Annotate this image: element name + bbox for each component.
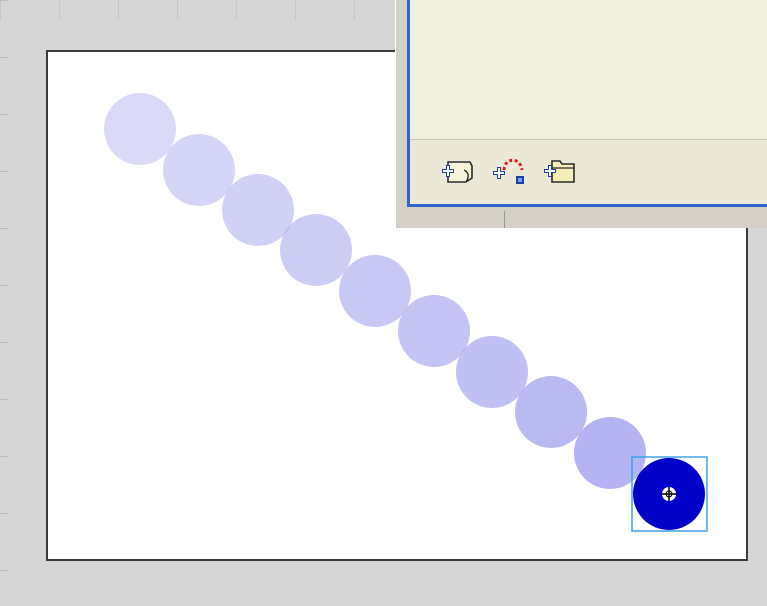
onion-skin-frame-6 — [398, 295, 470, 367]
add-motion-guide-button[interactable] — [490, 152, 530, 190]
panel-toolbar — [410, 140, 767, 204]
new-symbol-button[interactable] — [438, 152, 478, 190]
panel-window — [395, 0, 767, 228]
new-symbol-icon — [442, 161, 473, 183]
onion-skin-frame-4 — [280, 214, 352, 286]
onion-skin-frame-2 — [163, 134, 235, 206]
panel-bottom-separator — [504, 211, 505, 228]
onion-skin-frame-8 — [515, 376, 587, 448]
panel-bottom-bar — [396, 207, 767, 228]
panel-list-area[interactable] — [410, 0, 767, 139]
new-folder-icon — [544, 160, 575, 183]
registration-point-icon — [662, 487, 676, 501]
onion-skin-frame-7 — [456, 336, 528, 408]
onion-skin-frame-9 — [574, 417, 646, 489]
onion-skin-frame-1 — [104, 93, 176, 165]
add-motion-guide-icon — [493, 158, 524, 184]
panel-frame — [407, 0, 767, 207]
onion-skin-frame-5 — [339, 255, 411, 327]
new-folder-button[interactable] — [540, 152, 580, 190]
selected-symbol-instance[interactable] — [631, 456, 708, 532]
workspace-left-edge — [0, 0, 8, 606]
